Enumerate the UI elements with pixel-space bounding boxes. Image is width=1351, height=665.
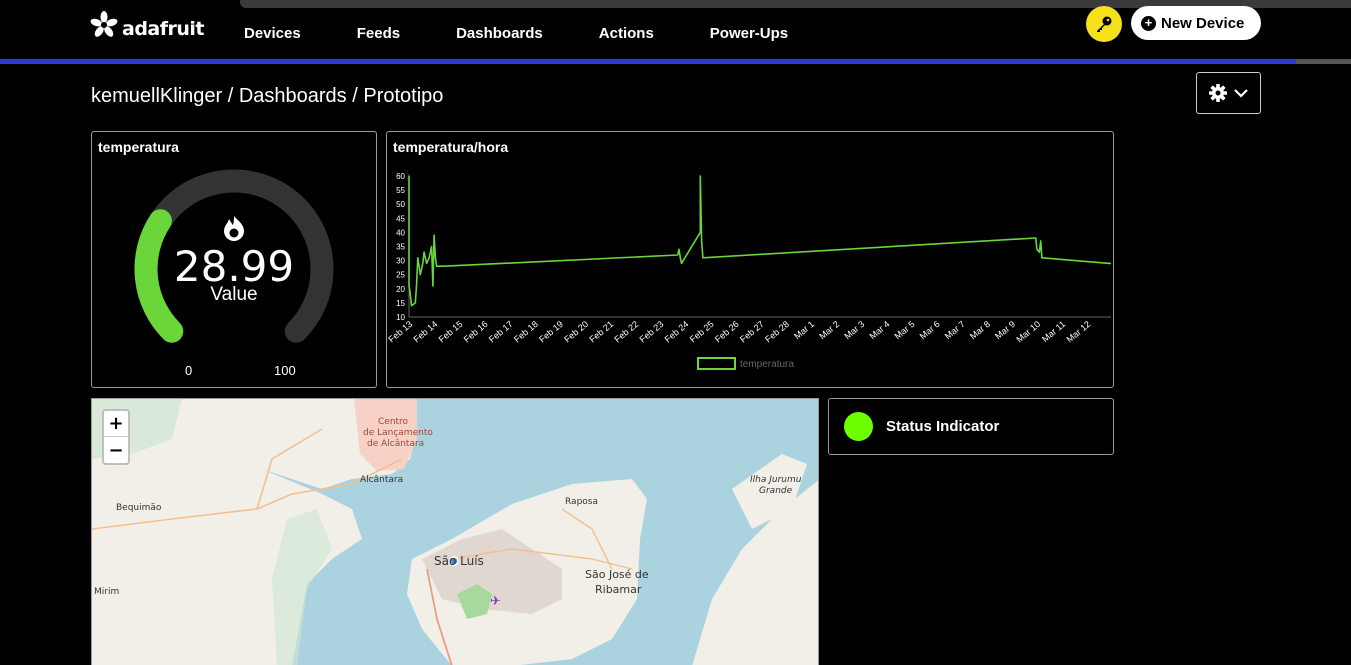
x-tick-label: Mar 2 [817,319,841,341]
nav-feeds[interactable]: Feeds [357,25,400,42]
gear-icon [1208,84,1227,102]
status-indicator-block[interactable]: Status Indicator [828,398,1114,455]
new-device-button[interactable]: + New Device [1131,6,1261,40]
y-tick-label: 35 [396,243,405,252]
map-label-de-lancamento: de Lançamento [363,428,433,438]
y-tick-label: 40 [396,228,405,237]
y-tick-label: 15 [396,299,405,308]
map-label-de-alcantara: de Alcântara [367,439,425,449]
x-tick-label: Feb 23 [638,319,666,345]
map-tiles: ✈ [92,399,818,665]
flame-icon [224,216,244,241]
top-nav: adafruit Devices Feeds Dashboards Action… [0,0,1351,60]
x-tick-label: Feb 28 [763,319,791,345]
adafruit-logo[interactable]: adafruit [90,10,205,40]
line-chart-block[interactable]: temperatura/hora 60 55 50 45 40 35 30 25 20 15 10 F… [386,131,1114,388]
y-tick-label: 50 [396,200,405,209]
map-label-sao-jose-de: São José de [585,568,649,581]
gauge-min: 0 [185,363,193,378]
x-tick-label: Feb 22 [612,319,640,345]
header-accent-line [0,59,1296,64]
map-zoom-control: + − [102,409,130,465]
x-tick-label: Feb 25 [688,319,716,345]
series-line-temperatura [408,175,1111,307]
map-label-ribamar: Ribamar [595,583,642,596]
plus-circle-icon: + [1141,15,1156,31]
map-label-mirim: Mirim [94,587,120,597]
map-label-alcantara: Alcântara [360,475,404,485]
x-tick-label: Mar 7 [943,319,967,341]
x-tick-label: Mar 6 [918,319,942,341]
airplane-icon: ✈ [490,593,501,608]
nav-dashboards[interactable]: Dashboards [456,25,543,42]
x-tick-label: Mar 5 [893,319,917,341]
x-tick-label: Feb 14 [412,319,440,345]
y-tick-label: 25 [396,271,405,280]
y-tick-label: 55 [396,186,405,195]
breadcrumb[interactable]: kemuellKlinger / Dashboards / Prototipo [91,85,443,108]
key-icon [1097,16,1112,32]
map-label-sao-luis: São Luís [434,554,484,568]
header-line-end [1296,59,1351,64]
y-tick-label: 60 [396,172,405,181]
gauge-value-label: Value [210,284,258,305]
dashboard-settings-button[interactable] [1196,72,1261,114]
line-chart: 60 55 50 45 40 35 30 25 20 15 10Feb 13Feb 14Feb 15… [387,172,1111,370]
status-label: Status Indicator [886,418,1000,435]
chevron-down-icon [1233,89,1248,98]
x-tick-label: Mar 8 [968,319,992,341]
x-tick-label: Feb 19 [537,319,565,345]
legend-swatch [697,357,736,370]
x-tick-label: Mar 3 [842,319,866,341]
map-label-ilha-jurumu: Ilha Jurumu [750,475,802,485]
map-label-centro: Centro [378,417,409,427]
x-tick-label: Feb 13 [387,319,414,345]
x-tick-label: Mar 12 [1065,319,1093,345]
x-tick-label: Feb 16 [462,319,490,345]
y-tick-label: 30 [396,257,405,266]
y-tick-label: 20 [396,285,405,294]
y-tick-label: 10 [396,313,405,322]
map-label-raposa: Raposa [565,497,598,507]
x-tick-label: Mar 9 [993,319,1017,341]
nav-devices[interactable]: Devices [244,25,301,42]
y-tick-label: 45 [396,214,405,223]
status-dot [844,412,873,441]
gauge-block[interactable]: temperatura 28.99 Value 0 100 [91,131,377,388]
x-tick-label: Mar 1 [792,319,816,341]
x-tick-label: Feb 15 [437,319,465,345]
x-tick-label: Mar 4 [867,319,891,341]
x-tick-label: Feb 20 [562,319,590,345]
x-tick-label: Feb 26 [713,319,741,345]
nav-power-ups[interactable]: Power-Ups [710,25,788,42]
x-tick-label: Feb 17 [487,319,515,345]
new-device-label: New Device [1161,14,1245,32]
x-tick-label: Feb 27 [738,319,766,345]
x-tick-label: Mar 11 [1040,319,1067,344]
x-tick-label: Feb 18 [512,319,540,345]
zoom-in-button[interactable]: + [104,411,128,437]
map-label-bequimao: Bequimão [116,503,162,513]
x-tick-label: Feb 24 [663,319,691,345]
gauge-max: 100 [274,363,296,378]
main-nav: Devices Feeds Dashboards Actions Power-U… [244,25,788,42]
zoom-out-button[interactable]: − [104,437,128,463]
nav-actions[interactable]: Actions [599,25,654,42]
api-key-button[interactable] [1086,6,1122,42]
brand-name: adafruit [122,18,205,40]
adafruit-flower-icon [90,11,118,37]
x-tick-label: Feb 21 [587,319,615,345]
map-label-grande: Grande [759,486,793,496]
x-tick-label: Mar 10 [1014,319,1042,345]
map-block[interactable]: ✈ + − Centro de Lançamento de Alcântara … [91,398,819,665]
legend-label: temperatura [740,359,794,370]
